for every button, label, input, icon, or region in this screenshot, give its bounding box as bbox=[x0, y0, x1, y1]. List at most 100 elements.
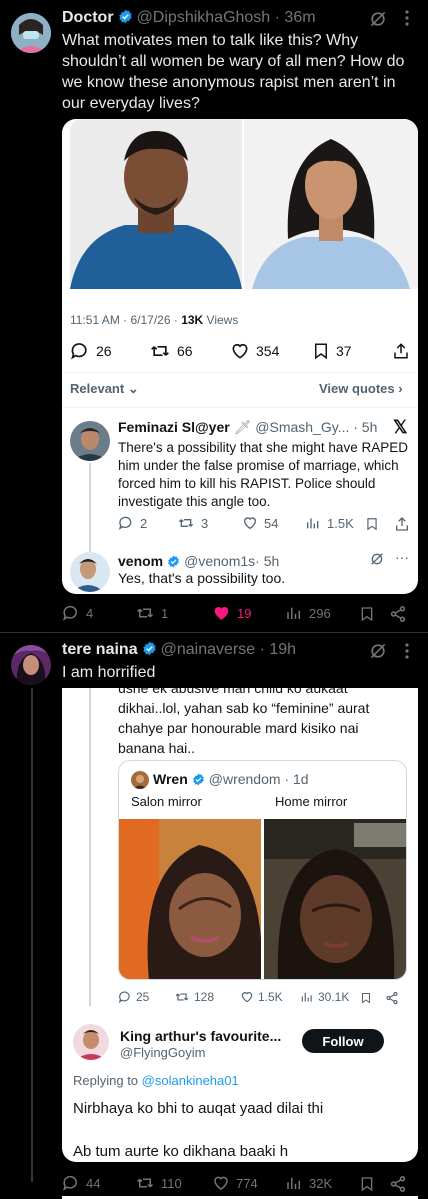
verified-badge-icon bbox=[192, 773, 205, 789]
chevron-down-icon: ⌄ bbox=[127, 381, 139, 396]
quote-header: Wren @wrendom · 1d bbox=[153, 771, 309, 789]
view-quotes-link[interactable]: View quotes › bbox=[319, 381, 403, 396]
repost-button[interactable]: 110 bbox=[135, 1174, 182, 1192]
photo-salon-mirror[interactable] bbox=[119, 819, 261, 979]
divider bbox=[62, 407, 418, 408]
author-handle[interactable]: @venom1s bbox=[184, 553, 255, 569]
post-meta-time: 11:51 AM · 6/17/26 · bbox=[70, 313, 178, 327]
bookmark-button[interactable]: 37 bbox=[312, 341, 352, 361]
photo-man[interactable] bbox=[70, 119, 242, 289]
replying-to-link[interactable]: @solankineha01 bbox=[142, 1073, 239, 1088]
post-header: Doctor @DipshikhaGhosh · 36m bbox=[62, 9, 316, 29]
avatar[interactable] bbox=[70, 421, 110, 461]
reply-button[interactable]: 26 bbox=[70, 341, 112, 361]
reply-time: · 5h bbox=[353, 419, 378, 435]
cropped-text: ushe ek abusive man child ko aukaat bbox=[118, 688, 348, 696]
verified-badge-icon bbox=[118, 9, 133, 29]
reply-icon bbox=[62, 1175, 77, 1191]
thread-line bbox=[89, 463, 91, 561]
follow-button[interactable]: Follow bbox=[302, 1029, 384, 1053]
author-name[interactable]: tere naina bbox=[62, 641, 138, 658]
author-name[interactable]: venom bbox=[118, 553, 163, 569]
bookmark-icon bbox=[315, 343, 327, 360]
reply-icon bbox=[118, 991, 130, 1003]
grok-icon[interactable] bbox=[369, 551, 385, 572]
post-time: · 36m bbox=[274, 9, 316, 26]
bookmark-icon[interactable] bbox=[360, 991, 372, 1010]
photo-woman[interactable] bbox=[244, 119, 418, 289]
views-icon bbox=[301, 992, 312, 1002]
bookmark-icon[interactable] bbox=[359, 1175, 375, 1198]
share-icon[interactable] bbox=[389, 605, 407, 628]
replying-to-prefix: Replying to bbox=[73, 1073, 139, 1088]
cropped-text-row: ushe ek abusive man child ko aukaat bbox=[62, 688, 418, 696]
views-icon bbox=[287, 1177, 300, 1189]
like-button[interactable]: 54 bbox=[242, 515, 278, 531]
chevron-right-icon: › bbox=[398, 381, 403, 396]
heart-icon bbox=[214, 1176, 228, 1190]
bookmark-icon[interactable] bbox=[359, 605, 375, 628]
author-name[interactable]: Doctor bbox=[62, 9, 114, 26]
screenshot-card[interactable]: ushe ek abusive man child ko aukaat dikh… bbox=[62, 688, 418, 1162]
views-icon bbox=[287, 607, 300, 619]
views-button[interactable]: 32K bbox=[285, 1174, 332, 1192]
reply-icon bbox=[71, 343, 87, 360]
reply-header: venom @venom1s· 5h bbox=[118, 553, 279, 571]
share-icon[interactable] bbox=[385, 991, 399, 1010]
like-button[interactable]: 19 bbox=[212, 604, 251, 622]
author-name: Wren bbox=[153, 771, 188, 787]
reply-button[interactable]: 25 bbox=[118, 990, 149, 1004]
post-divider bbox=[0, 632, 428, 633]
screenshot-card[interactable]: 11:51 AM · 6/17/26 · 13K Views 26 66 354… bbox=[62, 119, 418, 594]
x-logo-icon: 𝕏 bbox=[393, 417, 408, 437]
avatar[interactable] bbox=[73, 1024, 109, 1060]
more-options-icon[interactable] bbox=[405, 10, 409, 31]
heart-icon bbox=[241, 992, 253, 1003]
post-text: What motivates men to talk like this? Wh… bbox=[62, 32, 405, 112]
verified-badge-icon bbox=[167, 555, 180, 571]
grok-icon[interactable] bbox=[368, 641, 388, 666]
post-header: tere naina @nainaverse · 19h bbox=[62, 641, 296, 661]
like-button[interactable]: 1.5K bbox=[240, 990, 283, 1004]
reply-text-line2: Ab tum aurte ko dikhana baaki h bbox=[73, 1143, 289, 1160]
like-button[interactable]: 774 bbox=[212, 1174, 258, 1192]
author-handle[interactable]: @Smash_Gy... bbox=[255, 419, 349, 435]
like-button[interactable]: 354 bbox=[230, 341, 279, 361]
author-handle[interactable]: @DipshikhaGhosh bbox=[137, 9, 271, 26]
views-button[interactable]: 30.1K bbox=[300, 990, 349, 1004]
avatar[interactable] bbox=[11, 13, 51, 53]
repost-icon bbox=[136, 608, 154, 618]
author-handle[interactable]: @FlyingGoyim bbox=[120, 1045, 205, 1060]
avatar[interactable] bbox=[70, 552, 110, 592]
post-meta: 11:51 AM · 6/17/26 · 13K Views bbox=[70, 313, 238, 327]
repost-icon bbox=[178, 519, 194, 527]
replies-filter[interactable]: Relevant ⌄ bbox=[70, 381, 139, 397]
reply-text: There's a possibility that she might hav… bbox=[118, 440, 408, 509]
repost-button[interactable]: 3 bbox=[177, 515, 208, 531]
more-options-icon[interactable] bbox=[405, 643, 409, 664]
quote-tweet[interactable]: Wren @wrendom · 1d Salon mirror Home mirr… bbox=[118, 760, 407, 980]
author-name[interactable]: King arthur's favourite... bbox=[120, 1028, 281, 1044]
heart-filled-icon bbox=[214, 607, 229, 620]
reply-button[interactable]: 4 bbox=[62, 604, 93, 622]
reply-button[interactable]: 44 bbox=[62, 1174, 100, 1192]
bookmark-icon[interactable] bbox=[365, 516, 379, 537]
reply-button[interactable]: 2 bbox=[118, 515, 147, 531]
views-button[interactable]: 296 bbox=[285, 604, 331, 622]
avatar[interactable] bbox=[11, 645, 51, 685]
share-icon[interactable] bbox=[394, 516, 410, 537]
share-icon[interactable] bbox=[392, 342, 410, 365]
repost-button[interactable]: 1 bbox=[135, 604, 168, 622]
replying-to-line: Replying to @solankineha01 bbox=[73, 1073, 239, 1088]
post-time: · 19h bbox=[259, 641, 297, 658]
author-handle[interactable]: @nainaverse bbox=[161, 641, 256, 658]
post-text: I am horrified bbox=[62, 664, 156, 681]
more-options-icon[interactable]: ··· bbox=[395, 549, 409, 565]
views-button[interactable]: 1.5K bbox=[305, 515, 354, 531]
thread-line bbox=[31, 688, 33, 1182]
photo-home-mirror[interactable] bbox=[264, 819, 406, 979]
share-icon[interactable] bbox=[389, 1175, 407, 1198]
author-name[interactable]: Feminazi Sl@yer bbox=[118, 419, 230, 435]
repost-button[interactable]: 66 bbox=[149, 341, 193, 361]
repost-button[interactable]: 128 bbox=[174, 990, 214, 1004]
